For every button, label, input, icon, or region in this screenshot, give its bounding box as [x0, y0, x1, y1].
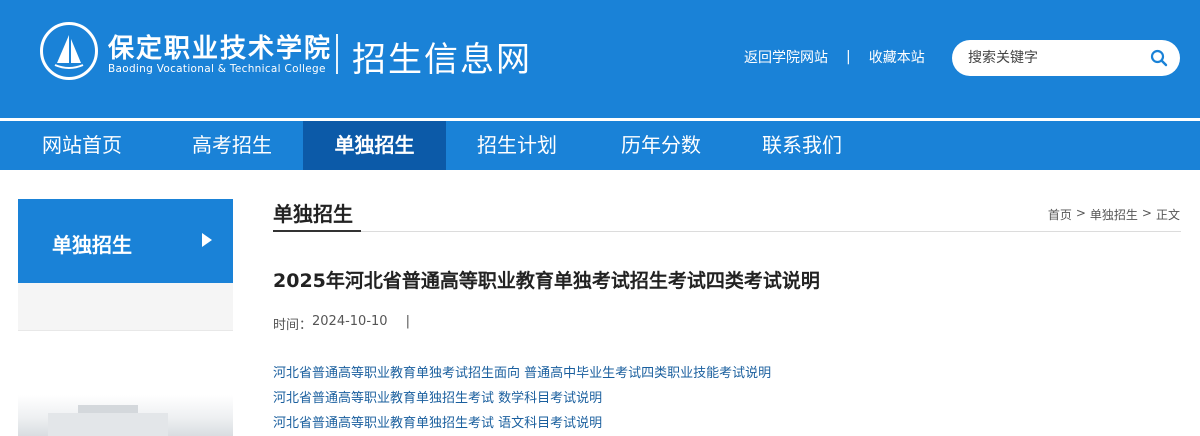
site-header: 保定职业技术学院 Baoding Vocational & Technical …	[0, 0, 1200, 118]
time-value: 2024-10-10	[312, 314, 388, 329]
breadcrumb-current: 正文	[1155, 208, 1180, 222]
breadcrumb-sep: >	[1141, 206, 1152, 220]
nav-contact[interactable]: 联系我们	[732, 121, 872, 170]
article-link-vocational-skills[interactable]: 河北省普通高等职业教育单独考试招生面向 普通高中毕业生考试四类职业技能考试说明	[273, 362, 771, 381]
return-college-link[interactable]: 返回学院网站	[744, 47, 828, 67]
school-name-cn: 保定职业技术学院	[108, 34, 333, 64]
bookmark-link[interactable]: 收藏本站	[869, 47, 925, 67]
article-link-chinese[interactable]: 河北省普通高等职业教育单独招生考试 语文科目考试说明	[273, 412, 602, 431]
sidebar-item-label: 单独招生	[52, 233, 132, 257]
top-links: 返回学院网站 | 收藏本站	[744, 47, 925, 67]
header-divider	[336, 34, 338, 74]
sidebar-campus-image	[18, 395, 233, 436]
breadcrumb-section[interactable]: 单独招生	[1090, 206, 1138, 223]
triangle-right-icon	[202, 233, 212, 247]
article-title: 2025年河北省普通高等职业教育单独考试招生考试四类考试说明	[273, 270, 820, 292]
nav-single-enrollment[interactable]: 单独招生	[303, 121, 446, 170]
nav-gaokao[interactable]: 高考招生	[164, 121, 300, 170]
search-icon[interactable]	[1150, 49, 1168, 67]
section-divider	[273, 231, 1181, 232]
sidebar-item-single-enrollment[interactable]: 单独招生	[18, 199, 233, 283]
section-title: 单独招生	[273, 202, 353, 226]
time-label: 时间：	[273, 318, 313, 333]
breadcrumb-home[interactable]: 首页	[1048, 206, 1072, 223]
section-title-underline	[273, 230, 361, 232]
article-link-math[interactable]: 河北省普通高等职业教育单独招生考试 数学科目考试说明	[273, 387, 602, 406]
site-title: 招生信息网	[352, 40, 532, 80]
nav-home[interactable]: 网站首页	[20, 121, 144, 170]
meta-separator: |	[405, 314, 410, 329]
breadcrumb-sep: >	[1075, 206, 1086, 220]
sidebar-spacer	[18, 283, 233, 331]
article-meta: 时间： 2024-10-10 |	[273, 314, 410, 333]
nav-plan[interactable]: 招生计划	[448, 121, 586, 170]
school-name-en: Baoding Vocational & Technical College	[108, 63, 326, 75]
breadcrumb: 首页 > 单独招生 > 正文	[1044, 206, 1180, 223]
main-nav: 网站首页 高考招生 单独招生 招生计划 历年分数 联系我们	[0, 121, 1200, 170]
search-box	[952, 40, 1180, 76]
link-separator: |	[846, 49, 851, 65]
search-input[interactable]	[968, 48, 1138, 68]
nav-scores[interactable]: 历年分数	[590, 121, 732, 170]
sailboat-logo-icon[interactable]	[40, 22, 98, 80]
